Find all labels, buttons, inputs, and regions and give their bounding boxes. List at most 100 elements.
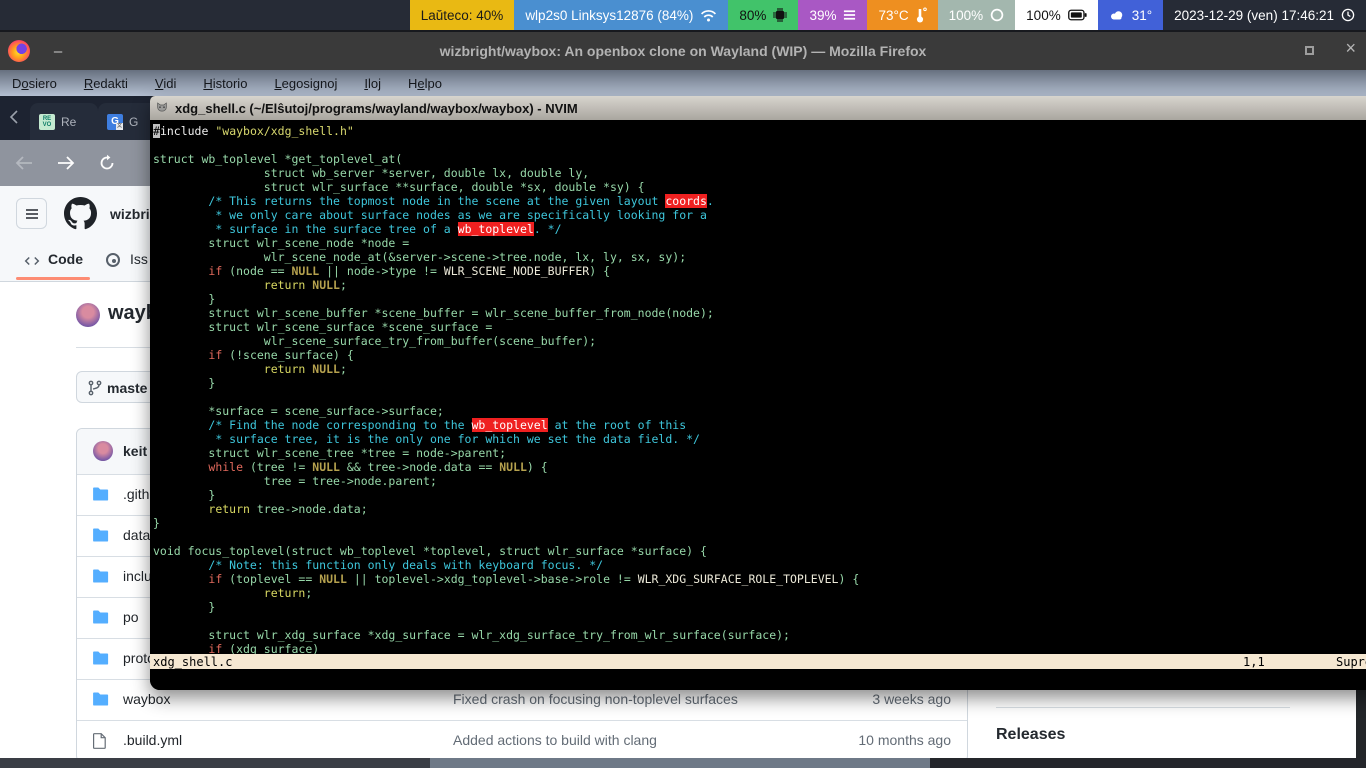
reload-button[interactable] — [98, 154, 116, 172]
folder-icon — [93, 651, 109, 668]
browser-tab-1[interactable]: REVORe — [30, 103, 98, 140]
memory-widget[interactable]: 39% — [798, 0, 867, 30]
weather-widget[interactable]: 31° — [1098, 0, 1163, 30]
disk-widget[interactable]: 100% — [938, 0, 1016, 30]
file-name-link[interactable]: .build.yml — [123, 732, 182, 748]
code-line: /* Note: this function only deals with k… — [153, 558, 859, 572]
tab-code[interactable]: Code — [48, 251, 83, 267]
code-line: return; — [153, 586, 859, 600]
battery-widget[interactable]: 100% — [1015, 0, 1098, 30]
terminal-content[interactable]: #include "waybox/xdg_shell.h"struct wb_t… — [150, 120, 1366, 690]
repo-owner-avatar[interactable] — [76, 303, 100, 327]
menu-iloj[interactable]: Iloj — [364, 76, 381, 91]
commit-date[interactable]: 10 months ago — [858, 732, 951, 748]
volume-widget[interactable]: Laŭteco: 40% — [410, 0, 515, 30]
cloud-icon — [1109, 10, 1125, 21]
cpu-label: 80% — [739, 8, 766, 23]
horizontal-scrollbar-track — [0, 758, 1366, 768]
statusline-scroll-indicator: Supre — [1336, 655, 1366, 669]
code-line: struct wlr_scene_buffer *scene_buffer = … — [153, 306, 859, 320]
code-line: if (!scene_surface) { — [153, 348, 859, 362]
translate-favicon-icon: G文 — [107, 114, 123, 130]
issue-opened-icon — [106, 253, 120, 267]
code-line: if (node == NULL || node->type != WLR_SC… — [153, 264, 859, 278]
code-line: struct wlr_xdg_surface *xdg_surface = wl… — [153, 628, 859, 642]
code-line — [153, 390, 859, 404]
code-line: return tree->node.data; — [153, 502, 859, 516]
menu-redakti[interactable]: Redakti — [84, 76, 128, 91]
code-line — [153, 614, 859, 628]
statusline-cursor-position: 1,1 — [1243, 655, 1265, 669]
code-line: tree = tree->node.parent; — [153, 474, 859, 488]
releases-heading[interactable]: Releases — [996, 726, 1065, 744]
code-line: #include "waybox/xdg_shell.h" — [153, 124, 859, 138]
terminal-titlebar[interactable]: xdg_shell.c (~/Elŝutoj/programs/wayland/… — [150, 96, 1366, 120]
minimize-button[interactable]: – — [48, 43, 68, 60]
cpu-widget[interactable]: 80% — [728, 0, 798, 30]
code-line: } — [153, 292, 859, 306]
code-line: wlr_scene_surface_try_from_buffer(scene_… — [153, 334, 859, 348]
scroll-tabs-left-button[interactable] — [8, 109, 20, 130]
firefox-titlebar[interactable]: – wizbright/waybox: An openbox clone on … — [0, 32, 1366, 70]
code-line: * surface in the surface tree of a wb_to… — [153, 222, 859, 236]
code-line: } — [153, 488, 859, 502]
folder-icon — [93, 487, 109, 504]
disk-label: 100% — [949, 8, 984, 23]
statusline-filename: xdg_shell.c — [153, 655, 232, 669]
folder-icon — [93, 528, 109, 545]
code-line: } — [153, 516, 859, 530]
code-line: /* Find the node corresponding to the wb… — [153, 418, 859, 432]
menu-vidi[interactable]: Vidi — [155, 76, 176, 91]
commit-message-link[interactable]: Added actions to build with clang — [453, 732, 657, 748]
maximize-button[interactable] — [1305, 46, 1314, 55]
menu-legosignoj[interactable]: Legosignoj — [274, 76, 337, 91]
clock-label: 2023-12-29 (ven) 17:46:21 — [1174, 8, 1334, 23]
active-tab-underline — [16, 277, 90, 280]
terminal-title: xdg_shell.c (~/Elŝutoj/programs/wayland/… — [175, 101, 578, 116]
code-line: struct wb_server *server, double lx, dou… — [153, 166, 859, 180]
code-line — [153, 530, 859, 544]
folder-icon — [93, 610, 109, 627]
close-button[interactable]: × — [1345, 38, 1356, 59]
network-label: wlp2s0 Linksys12876 (84%) — [525, 8, 693, 23]
committer-name[interactable]: keit — [123, 443, 147, 459]
hamburger-menu-button[interactable] — [16, 198, 47, 229]
branch-icon — [87, 380, 103, 396]
code-line: wlr_scene_node_at(&server->scene->tree.n… — [153, 250, 859, 264]
file-name-link[interactable]: po — [123, 609, 139, 625]
menu-historio[interactable]: Historio — [203, 76, 247, 91]
clock-widget[interactable]: 2023-12-29 (ven) 17:46:21 — [1163, 0, 1366, 30]
vertical-scrollbar[interactable] — [1356, 690, 1366, 758]
code-line: *surface = scene_surface->surface; — [153, 404, 859, 418]
code-line: struct wlr_scene_tree *tree = node->pare… — [153, 446, 859, 460]
code-line: void focus_toplevel(struct wb_toplevel *… — [153, 544, 859, 558]
code-line: /* This returns the topmost node in the … — [153, 194, 859, 208]
file-name-link[interactable]: data — [123, 527, 150, 543]
kitty-terminal-window: xdg_shell.c (~/Elŝutoj/programs/wayland/… — [150, 96, 1366, 690]
commit-message-link[interactable]: Fixed crash on focusing non-toplevel sur… — [453, 691, 738, 707]
github-logo-icon[interactable] — [64, 197, 97, 235]
network-widget[interactable]: wlp2s0 Linksys12876 (84%) — [514, 0, 728, 30]
browser-tab-2[interactable]: G文 G — [98, 103, 158, 140]
temperature-widget[interactable]: 73°C — [867, 0, 937, 30]
wifi-icon — [700, 9, 717, 22]
tab-label: G — [129, 115, 138, 129]
horizontal-scrollbar-thumb[interactable] — [430, 758, 930, 768]
temperature-label: 73°C — [878, 8, 908, 23]
code-line — [153, 138, 859, 152]
committer-avatar[interactable] — [93, 441, 113, 461]
code-line: struct wlr_scene_node *node = — [153, 236, 859, 250]
menu-dosiero[interactable]: Dosiero — [12, 76, 57, 91]
branch-name: maste — [107, 380, 147, 396]
file-name-link[interactable]: waybox — [123, 691, 170, 707]
tab-issues[interactable]: Iss — [130, 251, 148, 267]
forward-button[interactable] — [56, 155, 76, 171]
firefox-menubar: Dosiero Redakti Vidi Historio Legosignoj Iloj… — [0, 70, 1366, 96]
back-button[interactable] — [14, 155, 34, 171]
memory-label: 39% — [809, 8, 836, 23]
window-title: wizbright/waybox: An openbox clone on Wa… — [0, 43, 1366, 59]
commit-date[interactable]: 3 weeks ago — [872, 691, 951, 707]
code-line: struct wb_toplevel *get_toplevel_at( — [153, 152, 859, 166]
menu-helpo[interactable]: Helpo — [408, 76, 442, 91]
code-buffer: #include "waybox/xdg_shell.h"struct wb_t… — [153, 124, 859, 656]
